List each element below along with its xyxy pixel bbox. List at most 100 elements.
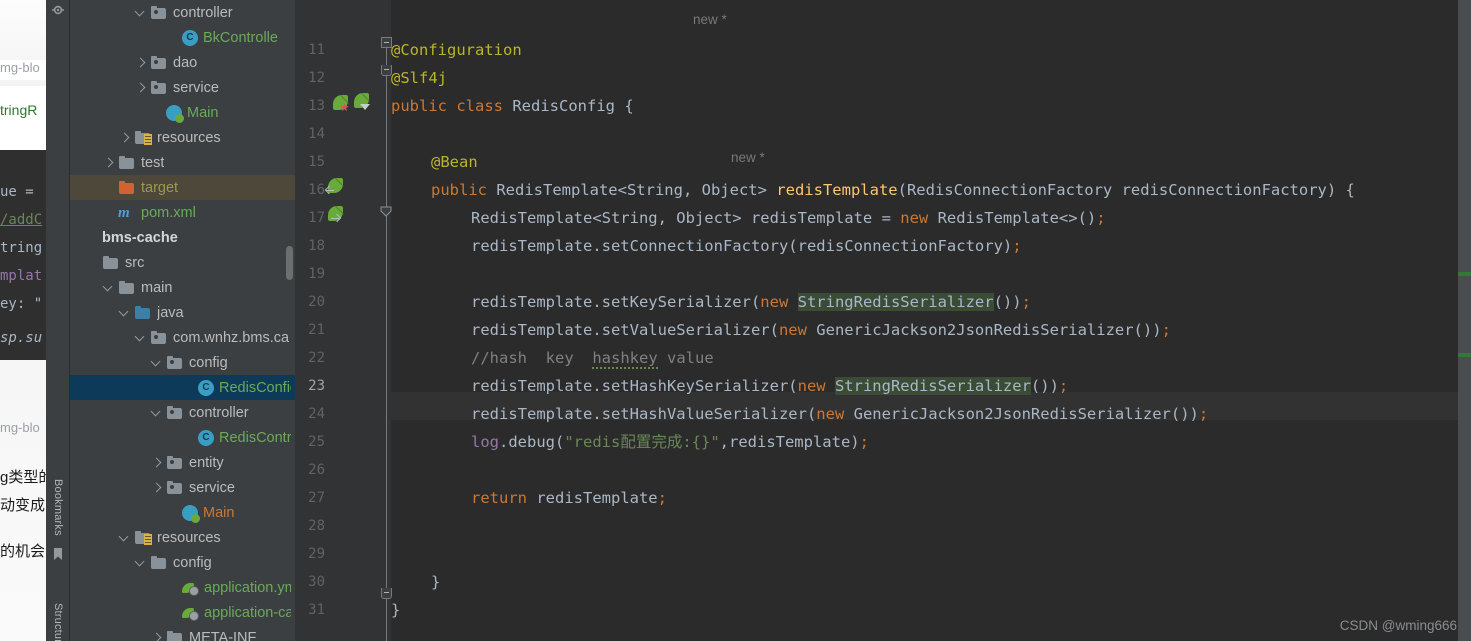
chevron-down-icon[interactable]	[134, 6, 148, 20]
chevron-right-icon[interactable]	[134, 81, 148, 95]
tree-item-resources[interactable]: resources	[70, 125, 295, 150]
code-token: RedisConfig	[512, 97, 615, 115]
code-token: new	[900, 209, 938, 227]
chevron-down-icon[interactable]	[134, 331, 148, 345]
code-editor[interactable]: 11 12 13 14 15 16 17 18 19 20 21 22 23 24 25 26 27 28 29 30…	[295, 0, 1471, 641]
tree-item-resources[interactable]: resources	[70, 525, 295, 550]
tree-item-test[interactable]: test	[70, 150, 295, 175]
code-token: "redis配置完成:{}"	[564, 433, 720, 451]
package-folder-icon	[166, 455, 184, 471]
code-token: redisTemplate.setConnectionFactory(redis…	[471, 237, 1013, 255]
chevron-right-icon[interactable]	[118, 131, 132, 145]
tree-item-rediscontr[interactable]: C RedisContr	[70, 425, 295, 450]
chevron-right-icon[interactable]	[134, 56, 148, 70]
structure-tab-label: Structure	[52, 602, 64, 641]
chevron-right-icon[interactable]	[150, 481, 164, 495]
chevron-down-icon[interactable]	[150, 356, 164, 370]
chevron-spacer	[166, 31, 180, 45]
tree-item-application-ym[interactable]: application.ym	[70, 575, 295, 600]
project-tool-window[interactable]: controller C BkControlle dao service Main reso…	[70, 0, 295, 641]
tree-item-service[interactable]: service	[70, 475, 295, 500]
code-line[interactable]: redisTemplate.setValueSerializer(new Gen…	[471, 316, 1171, 344]
tree-item-meta-inf[interactable]: META-INF	[70, 625, 295, 641]
java-class-icon: C	[198, 429, 214, 446]
tree-item-label: application.ym	[204, 579, 291, 596]
tree-item-controller[interactable]: controller	[70, 0, 295, 25]
folder-icon	[118, 280, 136, 296]
code-line[interactable]: redisTemplate.setHashKeySerializer(new S…	[471, 372, 1068, 400]
tree-item-application-ca[interactable]: application-ca	[70, 600, 295, 625]
code-line[interactable]: //hash key hashkey value	[471, 344, 714, 372]
tree-item-service[interactable]: service	[70, 75, 295, 100]
folder-icon	[118, 155, 136, 171]
editor-marker-bar[interactable]	[1458, 0, 1471, 641]
code-line[interactable]: redisTemplate.setHashValueSerializer(new…	[471, 400, 1208, 428]
tree-item-com-wnhz-bms-ca[interactable]: com.wnhz.bms.ca	[70, 325, 295, 350]
resource-bars	[144, 133, 152, 145]
commit-partial-icon	[50, 0, 66, 2]
tree-item-entity[interactable]: entity	[70, 450, 295, 475]
editor-gutter[interactable]: 11 12 13 14 15 16 17 18 19 20 21 22 23 24 25 26 27 28 29 30…	[295, 0, 423, 641]
tree-item-bms-cache[interactable]: bms-cache	[70, 225, 295, 250]
tree-item-config[interactable]: config	[70, 350, 295, 375]
chevron-right-icon[interactable]	[150, 456, 164, 470]
code-line[interactable]: redisTemplate.setConnectionFactory(redis…	[471, 232, 1022, 260]
package-dot	[170, 484, 174, 489]
tree-item-config[interactable]: config	[70, 550, 295, 575]
code-line[interactable]: log.debug("redis配置完成:{}",redisTemplate);	[471, 428, 869, 456]
commit-icon[interactable]	[50, 2, 66, 18]
tree-item-bkcontrolle[interactable]: C BkControlle	[70, 25, 295, 50]
resource-bars	[144, 533, 152, 545]
code-text-area[interactable]: @Configuration @Slf4j public class RedisCo…	[391, 0, 1471, 641]
chevron-right-icon[interactable]	[102, 156, 116, 170]
chevron-down-icon[interactable]	[150, 406, 164, 420]
chevron-down-icon[interactable]	[118, 531, 132, 545]
chevron-down-icon[interactable]	[134, 556, 148, 570]
line-number: 21	[308, 322, 325, 338]
tree-item-main[interactable]: Main	[70, 100, 295, 125]
tree-item-redisconfig[interactable]: C RedisConfig	[70, 375, 295, 400]
code-line[interactable]: @Configuration	[391, 36, 522, 64]
code-token: RedisTemplate<String, Object>	[496, 181, 777, 199]
line-number: 30	[308, 574, 325, 590]
tree-item-pom-xml[interactable]: m pom.xml	[70, 200, 295, 225]
vcs-change-marker[interactable]	[1458, 272, 1471, 276]
tree-item-main[interactable]: Main	[70, 500, 295, 525]
bg-text-fragment-7: sp.su	[0, 330, 43, 346]
chevron-down-icon[interactable]	[102, 281, 116, 295]
package-dot	[154, 334, 158, 339]
resources-folder-icon	[134, 530, 152, 546]
code-token: StringRedisSerializer	[834, 377, 1031, 395]
background-browser-window[interactable]: mg-blo tringR ue = /addC tring mplat ey:…	[0, 0, 46, 641]
package-dot	[154, 9, 158, 14]
chevron-down-icon[interactable]	[118, 306, 132, 320]
code-token: ;	[1012, 237, 1022, 255]
tree-item-target[interactable]: target	[70, 175, 295, 200]
tree-item-main[interactable]: main	[70, 275, 295, 300]
code-line[interactable]: }	[391, 596, 400, 624]
code-line[interactable]: return redisTemplate;	[471, 484, 667, 512]
code-token: }	[431, 573, 441, 591]
code-line[interactable]: @Slf4j	[391, 64, 447, 92]
vcs-change-marker[interactable]	[1458, 353, 1471, 357]
code-token: .debug(	[499, 433, 565, 451]
code-line[interactable]: redisTemplate.setKeySerializer(new Strin…	[471, 288, 1031, 316]
tree-item-label: target	[141, 179, 179, 196]
tree-item-dao[interactable]: dao	[70, 50, 295, 75]
tree-item-src[interactable]: src	[70, 250, 295, 275]
code-line[interactable]: RedisTemplate<String, Object> redisTempl…	[471, 204, 1106, 232]
code-line[interactable]: public class RedisConfig {	[391, 92, 634, 120]
line-number: 22	[308, 350, 325, 366]
project-tree-scrollbar[interactable]	[286, 246, 293, 280]
code-line[interactable]: @Bean	[431, 148, 478, 176]
code-token: ;	[1198, 405, 1209, 423]
code-token: (RedisConnectionFactory redisConnectionF…	[897, 181, 1355, 199]
tree-item-controller[interactable]: controller	[70, 400, 295, 425]
code-line[interactable]: }	[431, 568, 440, 596]
code-token: new	[816, 405, 854, 423]
sidebar-tab-structure[interactable]: Structure	[46, 586, 70, 641]
tree-item-java[interactable]: java	[70, 300, 295, 325]
chevron-right-icon[interactable]	[150, 631, 164, 641]
code-line[interactable]: public RedisTemplate<String, Object> red…	[431, 176, 1355, 204]
package-dot	[170, 359, 174, 364]
